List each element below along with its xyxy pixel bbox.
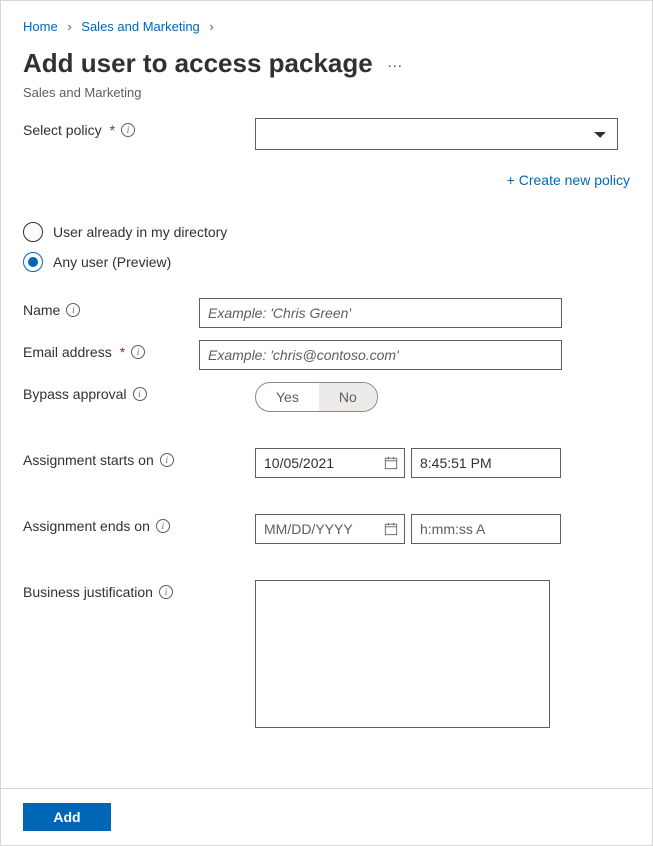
breadcrumb: Home › Sales and Marketing › <box>23 19 630 34</box>
end-date-input[interactable] <box>255 514 405 544</box>
info-icon[interactable]: i <box>156 519 170 533</box>
page-subtitle: Sales and Marketing <box>23 85 630 100</box>
info-icon[interactable]: i <box>66 303 80 317</box>
email-label: Email address <box>23 344 112 360</box>
radio-icon <box>23 252 43 272</box>
business-justification-label: Business justification <box>23 584 153 600</box>
assignment-ends-label: Assignment ends on <box>23 518 150 534</box>
breadcrumb-home[interactable]: Home <box>23 19 58 34</box>
toggle-no[interactable]: No <box>319 383 377 411</box>
business-justification-textarea[interactable] <box>255 580 550 728</box>
footer: Add <box>1 788 652 845</box>
add-button[interactable]: Add <box>23 803 111 831</box>
radio-label: User already in my directory <box>53 224 227 240</box>
info-icon[interactable]: i <box>121 123 135 137</box>
toggle-yes[interactable]: Yes <box>256 383 319 411</box>
radio-label: Any user (Preview) <box>53 254 171 270</box>
start-date-input[interactable] <box>255 448 405 478</box>
user-type-radio-group: User already in my directory Any user (P… <box>23 222 630 272</box>
chevron-right-icon: › <box>67 19 71 34</box>
email-input[interactable] <box>199 340 562 370</box>
required-marker: * <box>120 344 125 360</box>
info-icon[interactable]: i <box>160 453 174 467</box>
page-title: Add user to access package <box>23 48 373 79</box>
radio-any-user[interactable]: Any user (Preview) <box>23 252 630 272</box>
info-icon[interactable]: i <box>159 585 173 599</box>
create-new-policy-link[interactable]: + Create new policy <box>507 172 630 188</box>
end-time-input[interactable] <box>411 514 561 544</box>
bypass-approval-toggle[interactable]: Yes No <box>255 382 378 412</box>
chevron-right-icon: › <box>209 19 213 34</box>
info-icon[interactable]: i <box>131 345 145 359</box>
select-policy-dropdown[interactable] <box>255 118 618 150</box>
radio-user-in-directory[interactable]: User already in my directory <box>23 222 630 242</box>
select-policy-label: Select policy <box>23 122 102 138</box>
breadcrumb-section[interactable]: Sales and Marketing <box>81 19 200 34</box>
radio-icon <box>23 222 43 242</box>
info-icon[interactable]: i <box>133 387 147 401</box>
start-time-input[interactable] <box>411 448 561 478</box>
more-actions-button[interactable]: … <box>387 54 405 72</box>
required-marker: * <box>110 122 115 138</box>
name-label: Name <box>23 302 60 318</box>
name-input[interactable] <box>199 298 562 328</box>
assignment-starts-label: Assignment starts on <box>23 452 154 468</box>
bypass-approval-label: Bypass approval <box>23 386 127 402</box>
